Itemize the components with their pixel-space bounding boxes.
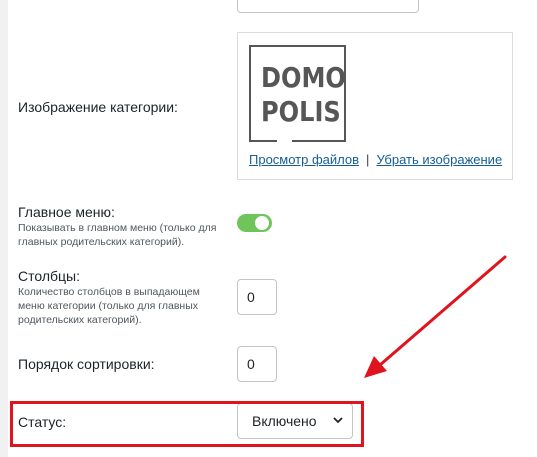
toggle-knob (255, 216, 269, 230)
columns-description: Количество столбцов в выпадающем меню ка… (18, 286, 200, 326)
browse-files-link[interactable]: Просмотр файлов (249, 152, 359, 167)
main-menu-toggle[interactable] (237, 214, 272, 232)
logo-line-2: POLIS (261, 95, 341, 128)
main-menu-description: Показывать в главном меню (только для гл… (18, 222, 217, 248)
logo-text: DOMO POLIS (261, 61, 346, 129)
logo-line-1: DOMO (261, 61, 346, 94)
sort-order-input[interactable] (237, 346, 277, 382)
chevron-down-icon (333, 417, 343, 424)
status-select-value: Включено (252, 413, 317, 429)
main-menu-field: Главное меню: Показывать в главном меню … (18, 204, 218, 249)
main-menu-label: Главное меню: (18, 204, 115, 220)
link-separator: | (366, 152, 370, 167)
remove-image-link[interactable]: Убрать изображение (376, 152, 502, 167)
logo-frame-gap (277, 138, 292, 142)
category-image-label: Изображение категории: (18, 99, 178, 115)
category-image-box: DOMO POLIS Просмотр файлов | Убрать изобра… (237, 32, 513, 180)
sort-order-label: Порядок сортировки: (18, 356, 155, 372)
category-image-thumbnail: DOMO POLIS (249, 45, 346, 142)
image-actions: Просмотр файлов | Убрать изображение (249, 152, 502, 167)
status-select[interactable]: Включено (237, 403, 353, 439)
columns-field: Столбцы: Количество столбцов в выпадающе… (18, 268, 218, 327)
columns-input[interactable] (237, 279, 277, 315)
columns-label: Столбцы: (18, 268, 81, 284)
status-label: Статус: (18, 414, 67, 430)
previous-field-input[interactable] (237, 0, 419, 13)
